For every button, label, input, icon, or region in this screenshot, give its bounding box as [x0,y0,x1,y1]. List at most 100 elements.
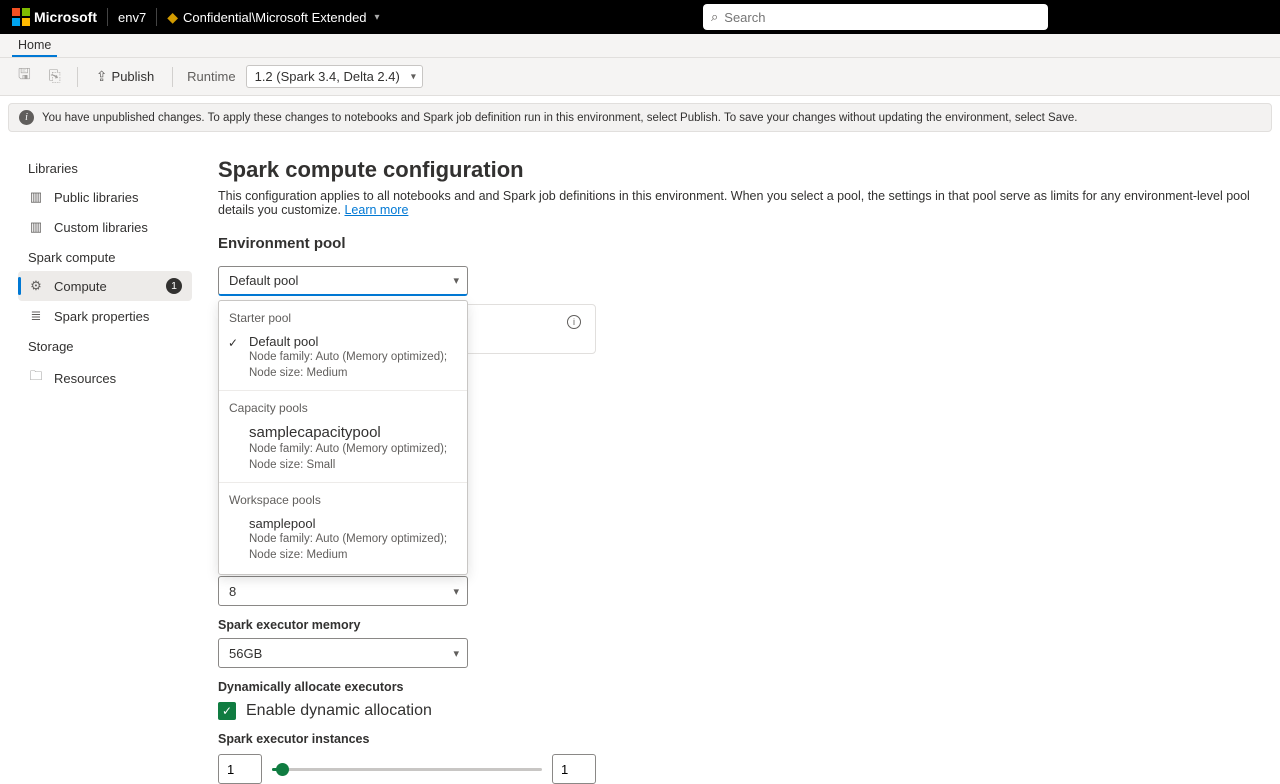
sidebar-item-compute[interactable]: ⚙ Compute 1 [18,271,192,301]
sidebar-item-label: Public libraries [54,190,139,205]
dynamic-alloc-row: Dynamically allocate executors ✓ Enable … [218,680,1250,720]
executor-instances-label: Spark executor instances [218,732,1250,746]
top-bar: Microsoft env7 ◆ Confidential\Microsoft … [0,0,1280,34]
executor-instances-max-input[interactable] [552,754,596,784]
runtime-value: 1.2 (Spark 3.4, Delta 2.4) [255,69,400,84]
slider-track [272,768,542,771]
executor-memory-select[interactable]: 56GB ▾ [218,638,468,668]
divider [107,8,108,26]
divider [219,390,467,391]
publish-label: Publish [112,69,155,84]
executor-cores-value: 8 [229,584,236,599]
executor-instances-min-input[interactable] [218,754,262,784]
list-icon: ≣ [28,308,44,324]
sidebar-item-label: Compute [54,279,107,294]
dropdown-header-workspace: Workspace pools [219,485,467,511]
dropdown-item-workspace-pool[interactable]: samplepool Node family: Auto (Memory opt… [219,511,467,570]
dynamic-alloc-checkbox-row[interactable]: ✓ Enable dynamic allocation [218,702,1250,720]
copy-icon[interactable]: ⎘ [43,64,67,89]
tabs-row: Home [0,34,1280,58]
search-box[interactable]: ⌕ [703,4,1048,30]
dynamic-alloc-checkbox-label: Enable dynamic allocation [246,702,432,720]
page-title: Spark compute configuration [218,157,1250,183]
info-banner: i You have unpublished changes. To apply… [8,103,1272,132]
dropdown-item-name: Default pool [249,334,457,349]
dropdown-item-desc: Node family: Auto (Memory optimized); No… [249,532,457,563]
brand-text: Microsoft [34,9,97,25]
runtime-select[interactable]: 1.2 (Spark 3.4, Delta 2.4) ▾ [246,65,423,88]
search-icon: ⌕ [711,9,718,25]
chevron-down-icon: ▾ [453,274,459,287]
ms-logo-squares [12,8,30,26]
divider [219,482,467,483]
divider [172,67,173,87]
checkbox-checked-icon[interactable]: ✓ [218,702,236,720]
runtime-label: Runtime [187,69,235,84]
chevron-down-icon: ▾ [375,12,380,23]
page-desc: This configuration applies to all notebo… [218,189,1250,217]
dropdown-item-name: samplepool [249,516,457,531]
chevron-down-icon: ▾ [453,647,459,660]
library-icon: ▥ [28,189,44,205]
dynamic-alloc-label: Dynamically allocate executors [218,680,1250,694]
sidebar-item-label: Spark properties [54,309,149,324]
dropdown-item-default-pool[interactable]: ✓ Default pool Node family: Auto (Memory… [219,329,467,388]
divider [77,67,78,87]
slider-thumb[interactable] [276,763,289,776]
env-pool-heading: Environment pool [218,235,1250,252]
toolbar: 🖫 ⎘ ⇪ Publish Runtime 1.2 (Spark 3.4, De… [0,58,1280,96]
chevron-down-icon: ▾ [453,585,459,598]
executor-memory-value: 56GB [229,646,262,661]
main: Spark compute configuration This configu… [200,139,1280,784]
learn-more-link[interactable]: Learn more [344,203,408,217]
sidebar-group-spark-compute: Spark compute [28,250,192,265]
info-icon[interactable]: i [567,315,581,329]
dropdown-item-desc: Node family: Auto (Memory optimized); No… [249,350,457,381]
env-name[interactable]: env7 [118,10,146,25]
gear-icon: ⚙ [28,278,44,294]
sidebar-item-public-libraries[interactable]: ▥ Public libraries [18,182,192,212]
publish-icon: ⇪ [96,68,108,85]
sidebar: Libraries ▥ Public libraries ▥ Custom li… [0,139,200,784]
folder-icon: 🗀 [28,367,44,389]
executor-cores-row: 8 ▾ [218,576,1250,606]
library-icon: ▥ [28,219,44,235]
env-pool-select-wrap: Default pool ▾ Number of nodes - 3 i Sta… [218,266,468,296]
dropdown-item-name: samplecapacitypool [249,424,457,441]
executor-memory-row: Spark executor memory 56GB ▾ [218,618,1250,668]
sidebar-item-label: Custom libraries [54,220,148,235]
publish-button[interactable]: ⇪ Publish [88,64,162,89]
save-icon[interactable]: 🖫 [12,60,37,93]
info-icon: i [19,110,34,125]
microsoft-logo: Microsoft [12,8,97,26]
compute-badge: 1 [166,278,182,294]
executor-cores-select[interactable]: 8 ▾ [218,576,468,606]
tab-home[interactable]: Home [12,34,57,57]
sidebar-item-spark-properties[interactable]: ≣ Spark properties [18,301,192,331]
sidebar-item-custom-libraries[interactable]: ▥ Custom libraries [18,212,192,242]
sidebar-item-resources[interactable]: 🗀 Resources [18,360,192,396]
dropdown-header-starter: Starter pool [219,303,467,329]
dropdown-header-capacity: Capacity pools [219,393,467,419]
sensitivity-label: Confidential\Microsoft Extended [183,10,367,25]
divider [156,8,157,26]
content-wrap: Libraries ▥ Public libraries ▥ Custom li… [0,139,1280,784]
sidebar-group-storage: Storage [28,339,192,354]
executor-instances-row: Spark executor instances [218,732,1250,784]
info-text: You have unpublished changes. To apply t… [42,112,1077,124]
env-pool-value: Default pool [229,273,298,288]
sidebar-group-libraries: Libraries [28,161,192,176]
dropdown-item-desc: Node family: Auto (Memory optimized); No… [249,442,457,473]
search-wrap: ⌕ [703,4,1048,30]
env-pool-dropdown: Starter pool ✓ Default pool Node family:… [218,300,468,575]
sidebar-item-label: Resources [54,371,116,386]
dropdown-item-capacity-pool[interactable]: samplecapacitypool Node family: Auto (Me… [219,419,467,480]
executor-memory-label: Spark executor memory [218,618,1250,632]
chevron-down-icon: ▾ [411,71,416,82]
search-input[interactable] [724,10,1040,25]
check-icon: ✓ [228,336,238,350]
env-pool-select[interactable]: Default pool ▾ [218,266,468,296]
shield-icon: ◆ [167,9,178,26]
sensitivity-button[interactable]: ◆ Confidential\Microsoft Extended ▾ [167,9,379,26]
executor-instances-slider[interactable] [272,759,542,779]
